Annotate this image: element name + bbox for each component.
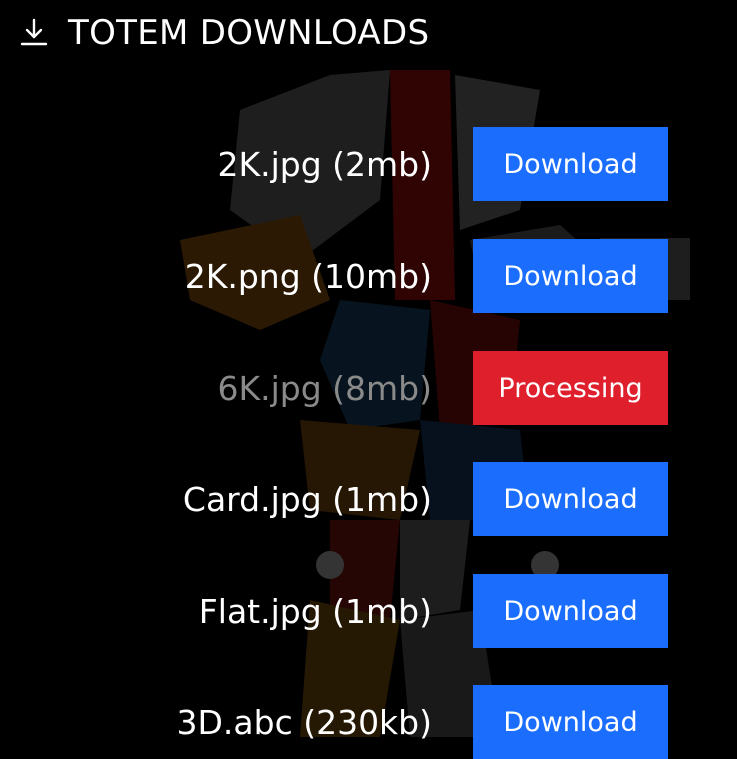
download-button[interactable]: Download: [473, 239, 668, 313]
file-row: Flat.jpg (1mb) Download: [0, 574, 737, 648]
download-button[interactable]: Download: [473, 127, 668, 201]
file-name: Card.jpg (1mb): [182, 479, 432, 519]
processing-button[interactable]: Processing: [473, 351, 668, 425]
page-header: TOTEM DOWNLOADS: [18, 8, 429, 58]
file-name: 2K.jpg (2mb): [217, 144, 432, 184]
file-row: 6K.jpg (8mb) Processing: [0, 351, 737, 425]
file-name: 2K.png (10mb): [184, 256, 432, 296]
file-name: 6K.jpg (8mb): [217, 368, 432, 408]
file-row: 2K.jpg (2mb) Download: [0, 127, 737, 201]
download-button[interactable]: Download: [473, 685, 668, 759]
file-row: 3D.abc (230kb) Download: [0, 685, 737, 759]
file-name: 3D.abc (230kb): [176, 702, 433, 742]
file-name: Flat.jpg (1mb): [198, 591, 432, 631]
download-icon: [18, 17, 50, 49]
download-button[interactable]: Download: [473, 462, 668, 536]
page-title: TOTEM DOWNLOADS: [68, 13, 430, 53]
file-row: 2K.png (10mb) Download: [0, 239, 737, 313]
file-row: Card.jpg (1mb) Download: [0, 462, 737, 536]
download-button[interactable]: Download: [473, 574, 668, 648]
